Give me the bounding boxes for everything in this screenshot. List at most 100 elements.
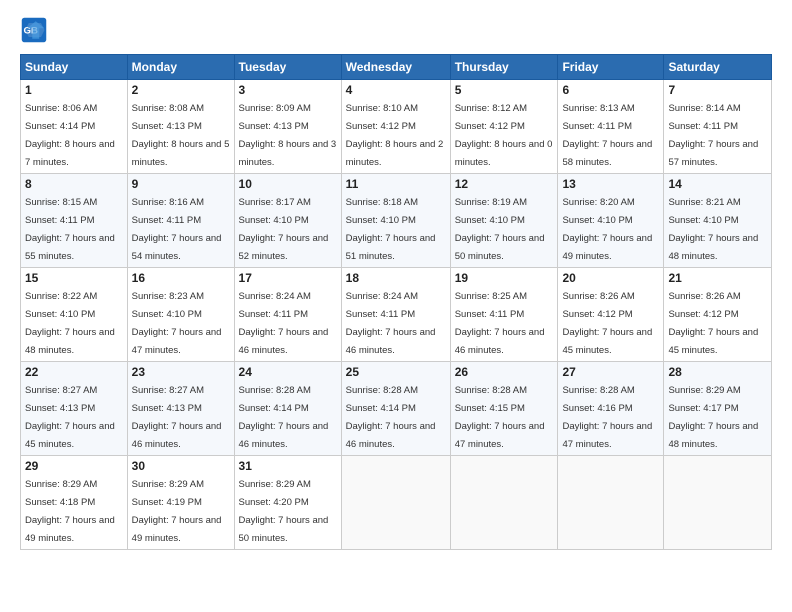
calendar-cell: 28 Sunrise: 8:29 AMSunset: 4:17 PMDaylig… <box>664 362 772 456</box>
day-number: 30 <box>132 459 230 473</box>
calendar-cell: 8 Sunrise: 8:15 AMSunset: 4:11 PMDayligh… <box>21 174 128 268</box>
calendar-cell: 11 Sunrise: 8:18 AMSunset: 4:10 PMDaylig… <box>341 174 450 268</box>
day-number: 23 <box>132 365 230 379</box>
day-number: 8 <box>25 177 123 191</box>
day-info: Sunrise: 8:24 AMSunset: 4:11 PMDaylight:… <box>346 291 436 356</box>
calendar-cell: 27 Sunrise: 8:28 AMSunset: 4:16 PMDaylig… <box>558 362 664 456</box>
weekday-header-saturday: Saturday <box>664 55 772 80</box>
calendar-cell: 31 Sunrise: 8:29 AMSunset: 4:20 PMDaylig… <box>234 456 341 550</box>
calendar-cell: 15 Sunrise: 8:22 AMSunset: 4:10 PMDaylig… <box>21 268 128 362</box>
day-number: 24 <box>239 365 337 379</box>
calendar-cell: 29 Sunrise: 8:29 AMSunset: 4:18 PMDaylig… <box>21 456 128 550</box>
day-number: 3 <box>239 83 337 97</box>
page: GB SundayMondayTuesdayWednesdayThursdayF… <box>0 0 792 612</box>
day-info: Sunrise: 8:16 AMSunset: 4:11 PMDaylight:… <box>132 197 222 262</box>
day-info: Sunrise: 8:25 AMSunset: 4:11 PMDaylight:… <box>455 291 545 356</box>
calendar-cell: 7 Sunrise: 8:14 AMSunset: 4:11 PMDayligh… <box>664 80 772 174</box>
calendar-cell <box>341 456 450 550</box>
day-info: Sunrise: 8:08 AMSunset: 4:13 PMDaylight:… <box>132 103 230 168</box>
day-number: 31 <box>239 459 337 473</box>
calendar-cell: 6 Sunrise: 8:13 AMSunset: 4:11 PMDayligh… <box>558 80 664 174</box>
day-info: Sunrise: 8:29 AMSunset: 4:20 PMDaylight:… <box>239 479 329 544</box>
calendar-cell: 23 Sunrise: 8:27 AMSunset: 4:13 PMDaylig… <box>127 362 234 456</box>
day-number: 22 <box>25 365 123 379</box>
day-info: Sunrise: 8:23 AMSunset: 4:10 PMDaylight:… <box>132 291 222 356</box>
weekday-header-sunday: Sunday <box>21 55 128 80</box>
weekday-header-wednesday: Wednesday <box>341 55 450 80</box>
day-info: Sunrise: 8:29 AMSunset: 4:17 PMDaylight:… <box>668 385 758 450</box>
weekday-header-monday: Monday <box>127 55 234 80</box>
weekday-header-friday: Friday <box>558 55 664 80</box>
calendar-cell: 10 Sunrise: 8:17 AMSunset: 4:10 PMDaylig… <box>234 174 341 268</box>
day-number: 17 <box>239 271 337 285</box>
weekday-header-tuesday: Tuesday <box>234 55 341 80</box>
day-number: 19 <box>455 271 554 285</box>
day-info: Sunrise: 8:27 AMSunset: 4:13 PMDaylight:… <box>132 385 222 450</box>
day-info: Sunrise: 8:18 AMSunset: 4:10 PMDaylight:… <box>346 197 436 262</box>
day-info: Sunrise: 8:29 AMSunset: 4:19 PMDaylight:… <box>132 479 222 544</box>
day-info: Sunrise: 8:28 AMSunset: 4:14 PMDaylight:… <box>346 385 436 450</box>
calendar-week-4: 22 Sunrise: 8:27 AMSunset: 4:13 PMDaylig… <box>21 362 772 456</box>
calendar-week-3: 15 Sunrise: 8:22 AMSunset: 4:10 PMDaylig… <box>21 268 772 362</box>
calendar-cell: 19 Sunrise: 8:25 AMSunset: 4:11 PMDaylig… <box>450 268 558 362</box>
day-info: Sunrise: 8:28 AMSunset: 4:16 PMDaylight:… <box>562 385 652 450</box>
calendar-cell <box>664 456 772 550</box>
day-info: Sunrise: 8:14 AMSunset: 4:11 PMDaylight:… <box>668 103 758 168</box>
calendar-cell: 12 Sunrise: 8:19 AMSunset: 4:10 PMDaylig… <box>450 174 558 268</box>
day-number: 18 <box>346 271 446 285</box>
calendar-week-1: 1 Sunrise: 8:06 AMSunset: 4:14 PMDayligh… <box>21 80 772 174</box>
day-number: 1 <box>25 83 123 97</box>
day-number: 16 <box>132 271 230 285</box>
calendar-table: SundayMondayTuesdayWednesdayThursdayFrid… <box>20 54 772 550</box>
day-info: Sunrise: 8:26 AMSunset: 4:12 PMDaylight:… <box>668 291 758 356</box>
calendar-cell: 16 Sunrise: 8:23 AMSunset: 4:10 PMDaylig… <box>127 268 234 362</box>
calendar-cell: 22 Sunrise: 8:27 AMSunset: 4:13 PMDaylig… <box>21 362 128 456</box>
calendar-cell: 18 Sunrise: 8:24 AMSunset: 4:11 PMDaylig… <box>341 268 450 362</box>
calendar-week-5: 29 Sunrise: 8:29 AMSunset: 4:18 PMDaylig… <box>21 456 772 550</box>
day-number: 28 <box>668 365 767 379</box>
header: GB <box>20 16 772 44</box>
calendar-cell: 4 Sunrise: 8:10 AMSunset: 4:12 PMDayligh… <box>341 80 450 174</box>
day-number: 29 <box>25 459 123 473</box>
day-number: 4 <box>346 83 446 97</box>
calendar-cell: 2 Sunrise: 8:08 AMSunset: 4:13 PMDayligh… <box>127 80 234 174</box>
calendar-week-2: 8 Sunrise: 8:15 AMSunset: 4:11 PMDayligh… <box>21 174 772 268</box>
calendar-cell: 9 Sunrise: 8:16 AMSunset: 4:11 PMDayligh… <box>127 174 234 268</box>
calendar-cell: 30 Sunrise: 8:29 AMSunset: 4:19 PMDaylig… <box>127 456 234 550</box>
logo: GB <box>20 16 50 44</box>
day-info: Sunrise: 8:17 AMSunset: 4:10 PMDaylight:… <box>239 197 329 262</box>
calendar-cell: 5 Sunrise: 8:12 AMSunset: 4:12 PMDayligh… <box>450 80 558 174</box>
day-info: Sunrise: 8:28 AMSunset: 4:14 PMDaylight:… <box>239 385 329 450</box>
calendar-cell: 14 Sunrise: 8:21 AMSunset: 4:10 PMDaylig… <box>664 174 772 268</box>
day-info: Sunrise: 8:06 AMSunset: 4:14 PMDaylight:… <box>25 103 115 168</box>
calendar-cell: 21 Sunrise: 8:26 AMSunset: 4:12 PMDaylig… <box>664 268 772 362</box>
day-info: Sunrise: 8:20 AMSunset: 4:10 PMDaylight:… <box>562 197 652 262</box>
day-number: 21 <box>668 271 767 285</box>
weekday-header-thursday: Thursday <box>450 55 558 80</box>
day-number: 25 <box>346 365 446 379</box>
day-number: 15 <box>25 271 123 285</box>
day-info: Sunrise: 8:10 AMSunset: 4:12 PMDaylight:… <box>346 103 444 168</box>
day-number: 14 <box>668 177 767 191</box>
day-info: Sunrise: 8:29 AMSunset: 4:18 PMDaylight:… <box>25 479 115 544</box>
day-number: 13 <box>562 177 659 191</box>
day-info: Sunrise: 8:13 AMSunset: 4:11 PMDaylight:… <box>562 103 652 168</box>
calendar-cell: 24 Sunrise: 8:28 AMSunset: 4:14 PMDaylig… <box>234 362 341 456</box>
day-info: Sunrise: 8:19 AMSunset: 4:10 PMDaylight:… <box>455 197 545 262</box>
weekday-header-row: SundayMondayTuesdayWednesdayThursdayFrid… <box>21 55 772 80</box>
calendar-cell <box>558 456 664 550</box>
calendar-cell <box>450 456 558 550</box>
calendar-cell: 25 Sunrise: 8:28 AMSunset: 4:14 PMDaylig… <box>341 362 450 456</box>
day-info: Sunrise: 8:28 AMSunset: 4:15 PMDaylight:… <box>455 385 545 450</box>
general-blue-logo-icon: GB <box>20 16 48 44</box>
day-number: 11 <box>346 177 446 191</box>
day-info: Sunrise: 8:09 AMSunset: 4:13 PMDaylight:… <box>239 103 337 168</box>
day-number: 7 <box>668 83 767 97</box>
day-number: 6 <box>562 83 659 97</box>
day-number: 26 <box>455 365 554 379</box>
day-number: 12 <box>455 177 554 191</box>
calendar-cell: 1 Sunrise: 8:06 AMSunset: 4:14 PMDayligh… <box>21 80 128 174</box>
calendar-cell: 13 Sunrise: 8:20 AMSunset: 4:10 PMDaylig… <box>558 174 664 268</box>
day-info: Sunrise: 8:15 AMSunset: 4:11 PMDaylight:… <box>25 197 115 262</box>
calendar-cell: 3 Sunrise: 8:09 AMSunset: 4:13 PMDayligh… <box>234 80 341 174</box>
